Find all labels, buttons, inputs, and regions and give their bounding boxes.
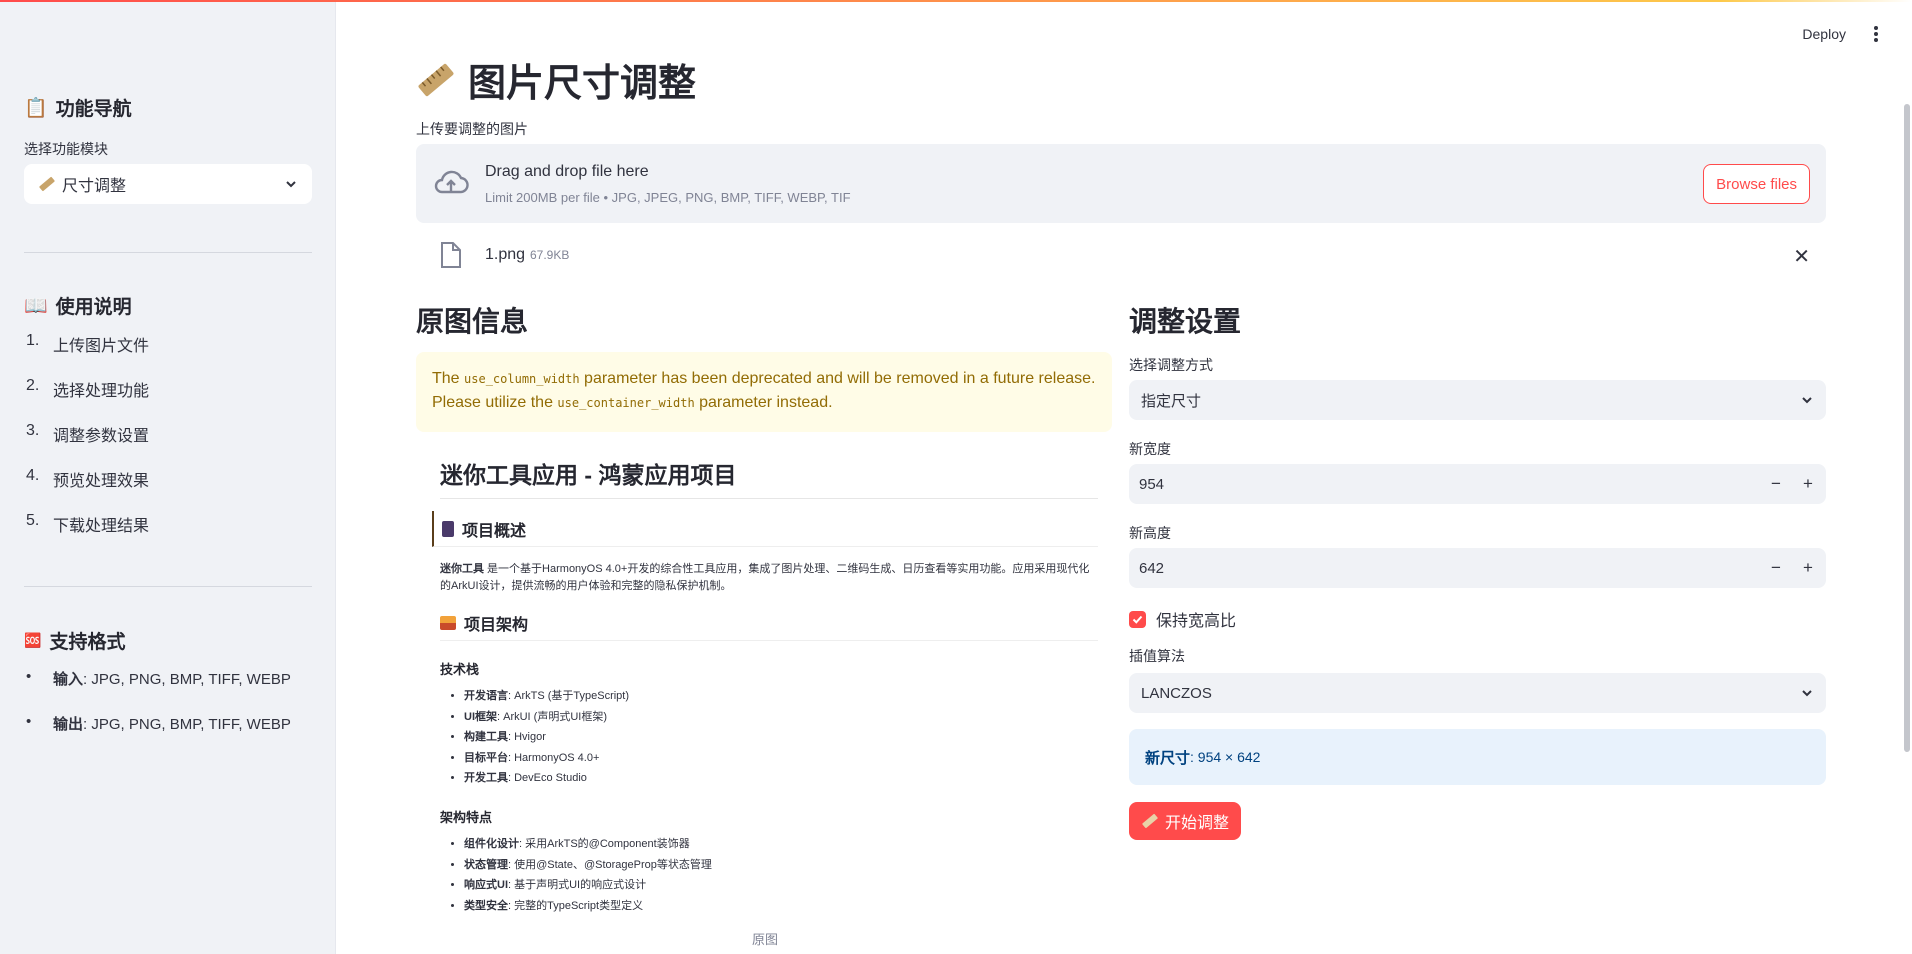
checkbox-checked-icon[interactable] — [1129, 610, 1146, 628]
list-item: • 输出: JPG, PNG, BMP, TIFF, WEBP — [26, 713, 291, 733]
kebab-menu-icon[interactable] — [1872, 26, 1880, 42]
uploaded-file: 1.png 67.9KB ✕ — [416, 236, 1826, 274]
dropzone-text: Drag and drop file here — [485, 163, 649, 180]
list-item: 组件化设计: 采用ArkTS的@Component装饰器 — [464, 834, 1098, 855]
chevron-down-icon — [1802, 397, 1812, 404]
height-increment-button[interactable]: + — [1792, 548, 1824, 588]
new-size-info: 新尺寸: 954 × 642 — [1129, 729, 1826, 785]
doc-arch-heading: 项目架构 — [440, 605, 1098, 641]
ruler-icon — [418, 63, 454, 96]
doc-stack-heading: 技术栈 — [440, 662, 480, 677]
upload-label: 上传要调整的图片 — [416, 121, 528, 137]
ruler-icon — [39, 176, 55, 192]
original-image-preview: 迷你工具应用 - 鸿蒙应用项目 项目概述 迷你工具 是一个基于HarmonyOS… — [432, 456, 1098, 916]
list-item: 状态管理: 使用@State、@StorageProp等状态管理 — [464, 855, 1098, 876]
interp-label: 插值算法 — [1129, 648, 1185, 664]
list-item: 目标平台: HarmonyOS 4.0+ — [464, 748, 1098, 769]
deploy-button[interactable]: Deploy — [1802, 26, 1846, 42]
module-select[interactable]: 尺寸调整 — [24, 164, 312, 204]
interp-select[interactable]: LANCZOS — [1129, 673, 1826, 713]
mode-label: 选择调整方式 — [1129, 357, 1213, 373]
mode-select-value: 指定尺寸 — [1141, 392, 1202, 410]
list-item: 5. 下载处理结果 — [26, 512, 150, 535]
list-item: 类型安全: 完整的TypeScript类型定义 — [464, 896, 1098, 917]
module-select-label: 选择功能模块 — [24, 141, 108, 157]
interp-select-value: LANCZOS — [1141, 684, 1212, 702]
top-accent-bar — [0, 0, 1912, 2]
construction-icon — [440, 616, 456, 630]
close-icon[interactable]: ✕ — [1793, 244, 1810, 269]
doc-title: 迷你工具应用 - 鸿蒙应用项目 — [440, 456, 1098, 499]
start-resize-button[interactable]: 开始调整 — [1129, 802, 1242, 840]
height-input-value: 642 — [1139, 559, 1165, 577]
list-item: 4. 预览处理效果 — [26, 467, 150, 490]
height-label: 新高度 — [1129, 525, 1171, 541]
doc-features-heading: 架构特点 — [440, 809, 493, 825]
height-input[interactable]: 642 − + — [1129, 548, 1826, 588]
sidebar: 📋 功能导航 选择功能模块 尺寸调整 📖 使用说明 1. 上传图片文件 2. 选择处… — [0, 0, 336, 954]
cloud-upload-icon — [434, 170, 469, 194]
width-input[interactable]: 954 − + — [1129, 464, 1826, 504]
sidebar-divider — [24, 252, 312, 253]
list-item: • 输入: JPG, PNG, BMP, TIFF, WEBP — [26, 668, 291, 688]
chevron-down-icon — [1802, 690, 1812, 697]
deprecation-warning: The use_column_width parameter has been … — [416, 352, 1112, 432]
sos-icon: 🆘 — [24, 632, 42, 648]
sidebar-title: 📋 功能导航 — [24, 97, 132, 121]
width-label: 新宽度 — [1129, 441, 1171, 457]
doc-features-list: 组件化设计: 采用ArkTS的@Component装饰器 状态管理: 使用@St… — [464, 834, 1098, 916]
scrollbar[interactable] — [1904, 104, 1910, 752]
width-decrement-button[interactable]: − — [1760, 464, 1792, 504]
module-select-value: 尺寸调整 — [62, 178, 127, 195]
list-item: 1. 上传图片文件 — [26, 332, 150, 355]
page-title: 图片尺寸调整 — [416, 52, 696, 107]
file-dropzone[interactable]: Drag and drop file here Limit 200MB per … — [416, 144, 1826, 223]
guide-steps: 1. 上传图片文件 2. 选择处理功能 3. 调整参数设置 4. 预览处理效果 5. 下载… — [26, 332, 149, 557]
file-size: 67.9KB — [530, 248, 570, 262]
guide-title: 📖 使用说明 — [24, 295, 132, 319]
doc-stack-list: 开发语言: ArkTS (基于TypeScript) UI框架: ArkUI (… — [464, 686, 1098, 789]
formats-title: 🆘 支持格式 — [24, 632, 126, 653]
height-decrement-button[interactable]: − — [1760, 548, 1792, 588]
file-icon — [441, 242, 461, 268]
settings-heading: 调整设置 — [1129, 306, 1242, 337]
ruler-icon — [1142, 813, 1158, 829]
list-item: UI框架: ArkUI (声明式UI框架) — [464, 707, 1098, 728]
list-item: 3. 调整参数设置 — [26, 422, 150, 445]
original-info-heading: 原图信息 — [416, 306, 529, 337]
image-caption: 原图 — [752, 932, 779, 947]
list-item: 开发工具: DevEco Studio — [464, 768, 1098, 789]
list-item: 2. 选择处理功能 — [26, 377, 150, 400]
doc-overview-text: 迷你工具 是一个基于HarmonyOS 4.0+开发的综合性工具应用，集成了图片… — [440, 563, 1090, 592]
list-item: 构建工具: Hvigor — [464, 727, 1098, 748]
width-input-value: 954 — [1139, 475, 1165, 493]
keep-ratio-label: 保持宽高比 — [1156, 613, 1237, 630]
browse-files-button[interactable]: Browse files — [1703, 164, 1810, 204]
dropzone-limit-text: Limit 200MB per file • JPG, JPEG, PNG, B… — [485, 190, 851, 205]
chevron-down-icon — [286, 181, 296, 188]
list-item: 响应式UI: 基于声明式UI的响应式设计 — [464, 875, 1098, 896]
sidebar-divider — [24, 586, 312, 587]
width-increment-button[interactable]: + — [1792, 464, 1824, 504]
clipboard-icon: 📋 — [24, 97, 48, 119]
formats-list: • 输入: JPG, PNG, BMP, TIFF, WEBP • 输出: JPG,… — [26, 668, 291, 758]
list-item: 开发语言: ArkTS (基于TypeScript) — [464, 686, 1098, 707]
file-name: 1.png — [485, 246, 526, 263]
mode-select[interactable]: 指定尺寸 — [1129, 380, 1826, 420]
book-icon: 📖 — [24, 295, 48, 317]
doc-overview-heading: 项目概述 — [432, 511, 1098, 547]
keep-ratio-checkbox[interactable]: 保持宽高比 — [1129, 607, 1236, 631]
phone-icon — [442, 521, 454, 537]
